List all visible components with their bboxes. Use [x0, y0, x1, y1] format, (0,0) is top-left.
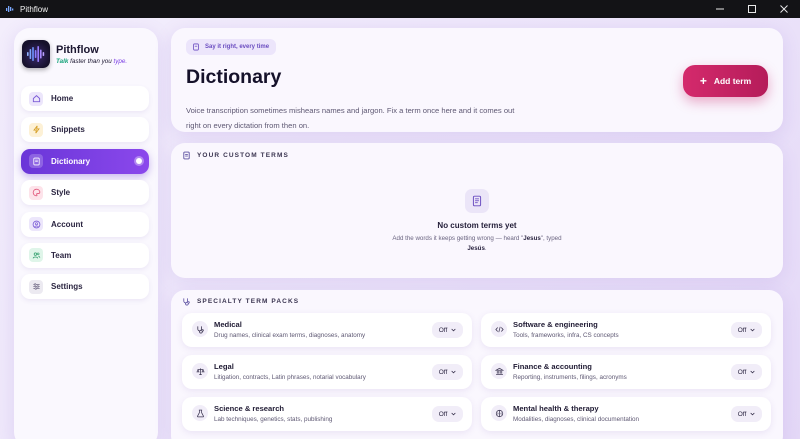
pack-medical: Medical Drug names, clinical exam terms,… [182, 313, 472, 347]
sidebar-item-style[interactable]: Style [21, 180, 149, 206]
bank-icon [491, 363, 507, 379]
plus-icon: + [699, 74, 707, 88]
chevron-down-icon [451, 412, 456, 416]
sidebar-item-home[interactable]: Home [21, 86, 149, 111]
app-window: Pithflow Talk faster than you type. Home… [0, 18, 800, 439]
pack-name: Finance & accounting [513, 362, 592, 371]
tagline-pill-label: Say it right, every time [205, 44, 270, 50]
specialty-packs-card: SPECIALTY TERM PACKS Medical Drug names,… [171, 290, 783, 439]
chevron-down-icon [750, 370, 755, 374]
specialty-packs-heading: SPECIALTY TERM PACKS [182, 297, 299, 306]
pack-toggle-select[interactable]: Off [432, 364, 463, 380]
pack-name: Science & research [214, 404, 285, 413]
pack-description: Lab techniques, genetics, stats, publish… [214, 416, 333, 423]
page-title: Dictionary [186, 66, 282, 88]
pack-description: Tools, frameworks, infra, CS concepts [513, 332, 619, 339]
dictionary-header-card: Say it right, every time Dictionary Voic… [171, 28, 783, 132]
bolt-icon [29, 122, 43, 137]
book-icon [29, 154, 43, 169]
tagline-pill: Say it right, every time [186, 39, 277, 55]
sidebar-item-label: Dictionary [51, 156, 91, 166]
users-icon [29, 248, 43, 263]
sidebar-item-label: Style [51, 188, 71, 198]
sidebar-nav: Home Snippets Dictionary Style Account T… [21, 86, 149, 306]
palette-icon [29, 185, 43, 200]
sidebar-item-team[interactable]: Team [21, 242, 149, 268]
window-titlebar: Pithflow [0, 0, 800, 18]
pack-toggle-select[interactable]: Off [432, 406, 463, 422]
sidebar-item-dictionary[interactable]: Dictionary [21, 148, 149, 174]
sliders-icon [29, 279, 43, 294]
empty-state-description: Add the words it keeps getting wrong — h… [392, 235, 562, 252]
pack-legal: Legal Litigation, contracts, Latin phras… [182, 355, 472, 389]
chevron-down-icon [750, 328, 755, 332]
sidebar-item-account[interactable]: Account [21, 211, 149, 237]
add-term-button[interactable]: + Add term [683, 65, 768, 97]
stethoscope-icon [182, 297, 191, 306]
app-icon [5, 4, 15, 14]
pack-toggle-select[interactable]: Off [731, 364, 762, 380]
pack-science-research: Science & research Lab techniques, genet… [182, 397, 472, 431]
chevron-down-icon [451, 328, 456, 332]
pack-toggle-select[interactable]: Off [731, 406, 762, 422]
waveform-logo-icon [22, 40, 50, 68]
user-circle-icon [29, 217, 43, 232]
pack-finance-accounting: Finance & accounting Reporting, instrume… [481, 355, 771, 389]
pack-description: Drug names, clinical exam terms, diagnos… [214, 332, 366, 339]
pack-name: Medical [214, 320, 242, 329]
brand: Pithflow Talk faster than you type. [22, 40, 127, 68]
pack-name: Mental health & therapy [513, 404, 599, 413]
brain-icon [491, 405, 507, 421]
book-icon [182, 151, 191, 160]
pack-description: Reporting, instruments, filings, acronym… [513, 374, 627, 381]
flask-icon [192, 405, 208, 421]
sidebar-item-settings[interactable]: Settings [21, 274, 149, 300]
sidebar-item-label: Snippets [51, 125, 85, 135]
chevron-down-icon [750, 412, 755, 416]
close-button[interactable] [768, 0, 800, 18]
pack-description: Modalities, diagnoses, clinical document… [513, 416, 640, 423]
code-icon [491, 321, 507, 337]
add-term-label: Add term [713, 76, 752, 86]
empty-state-title: No custom terms yet [437, 221, 517, 230]
pack-toggle-select[interactable]: Off [432, 322, 463, 338]
window-title: Pithflow [20, 4, 49, 14]
stethoscope-icon [192, 321, 208, 337]
home-icon [29, 91, 43, 106]
sidebar-item-label: Team [51, 250, 72, 260]
pack-toggle-select[interactable]: Off [731, 322, 762, 338]
book-icon [192, 43, 200, 51]
brand-tagline: Talk faster than you type. [56, 57, 128, 65]
custom-terms-heading: YOUR CUSTOM TERMS [182, 151, 289, 160]
sidebar-item-snippets[interactable]: Snippets [21, 117, 149, 143]
maximize-button[interactable] [736, 0, 768, 18]
page-description: Voice transcription sometimes mishears n… [186, 106, 515, 130]
pack-name: Software & engineering [513, 320, 598, 329]
sidebar-item-label: Home [51, 94, 74, 103]
pack-description: Litigation, contracts, Latin phrases, no… [214, 374, 366, 381]
pack-name: Legal [214, 362, 234, 371]
active-indicator [136, 157, 142, 164]
sidebar: Pithflow Talk faster than you type. Home… [14, 28, 158, 439]
minimize-button[interactable] [704, 0, 736, 18]
scales-icon [192, 363, 208, 379]
brand-name: Pithflow [56, 43, 99, 56]
chevron-down-icon [451, 370, 456, 374]
empty-state-book-icon [465, 189, 489, 213]
custom-terms-card: YOUR CUSTOM TERMS No custom terms yet Ad… [171, 143, 783, 278]
pack-mental-health-therapy: Mental health & therapy Modalities, diag… [481, 397, 771, 431]
pack-software-engineering: Software & engineering Tools, frameworks… [481, 313, 771, 347]
sidebar-item-label: Account [51, 219, 83, 229]
sidebar-item-label: Settings [51, 282, 83, 292]
